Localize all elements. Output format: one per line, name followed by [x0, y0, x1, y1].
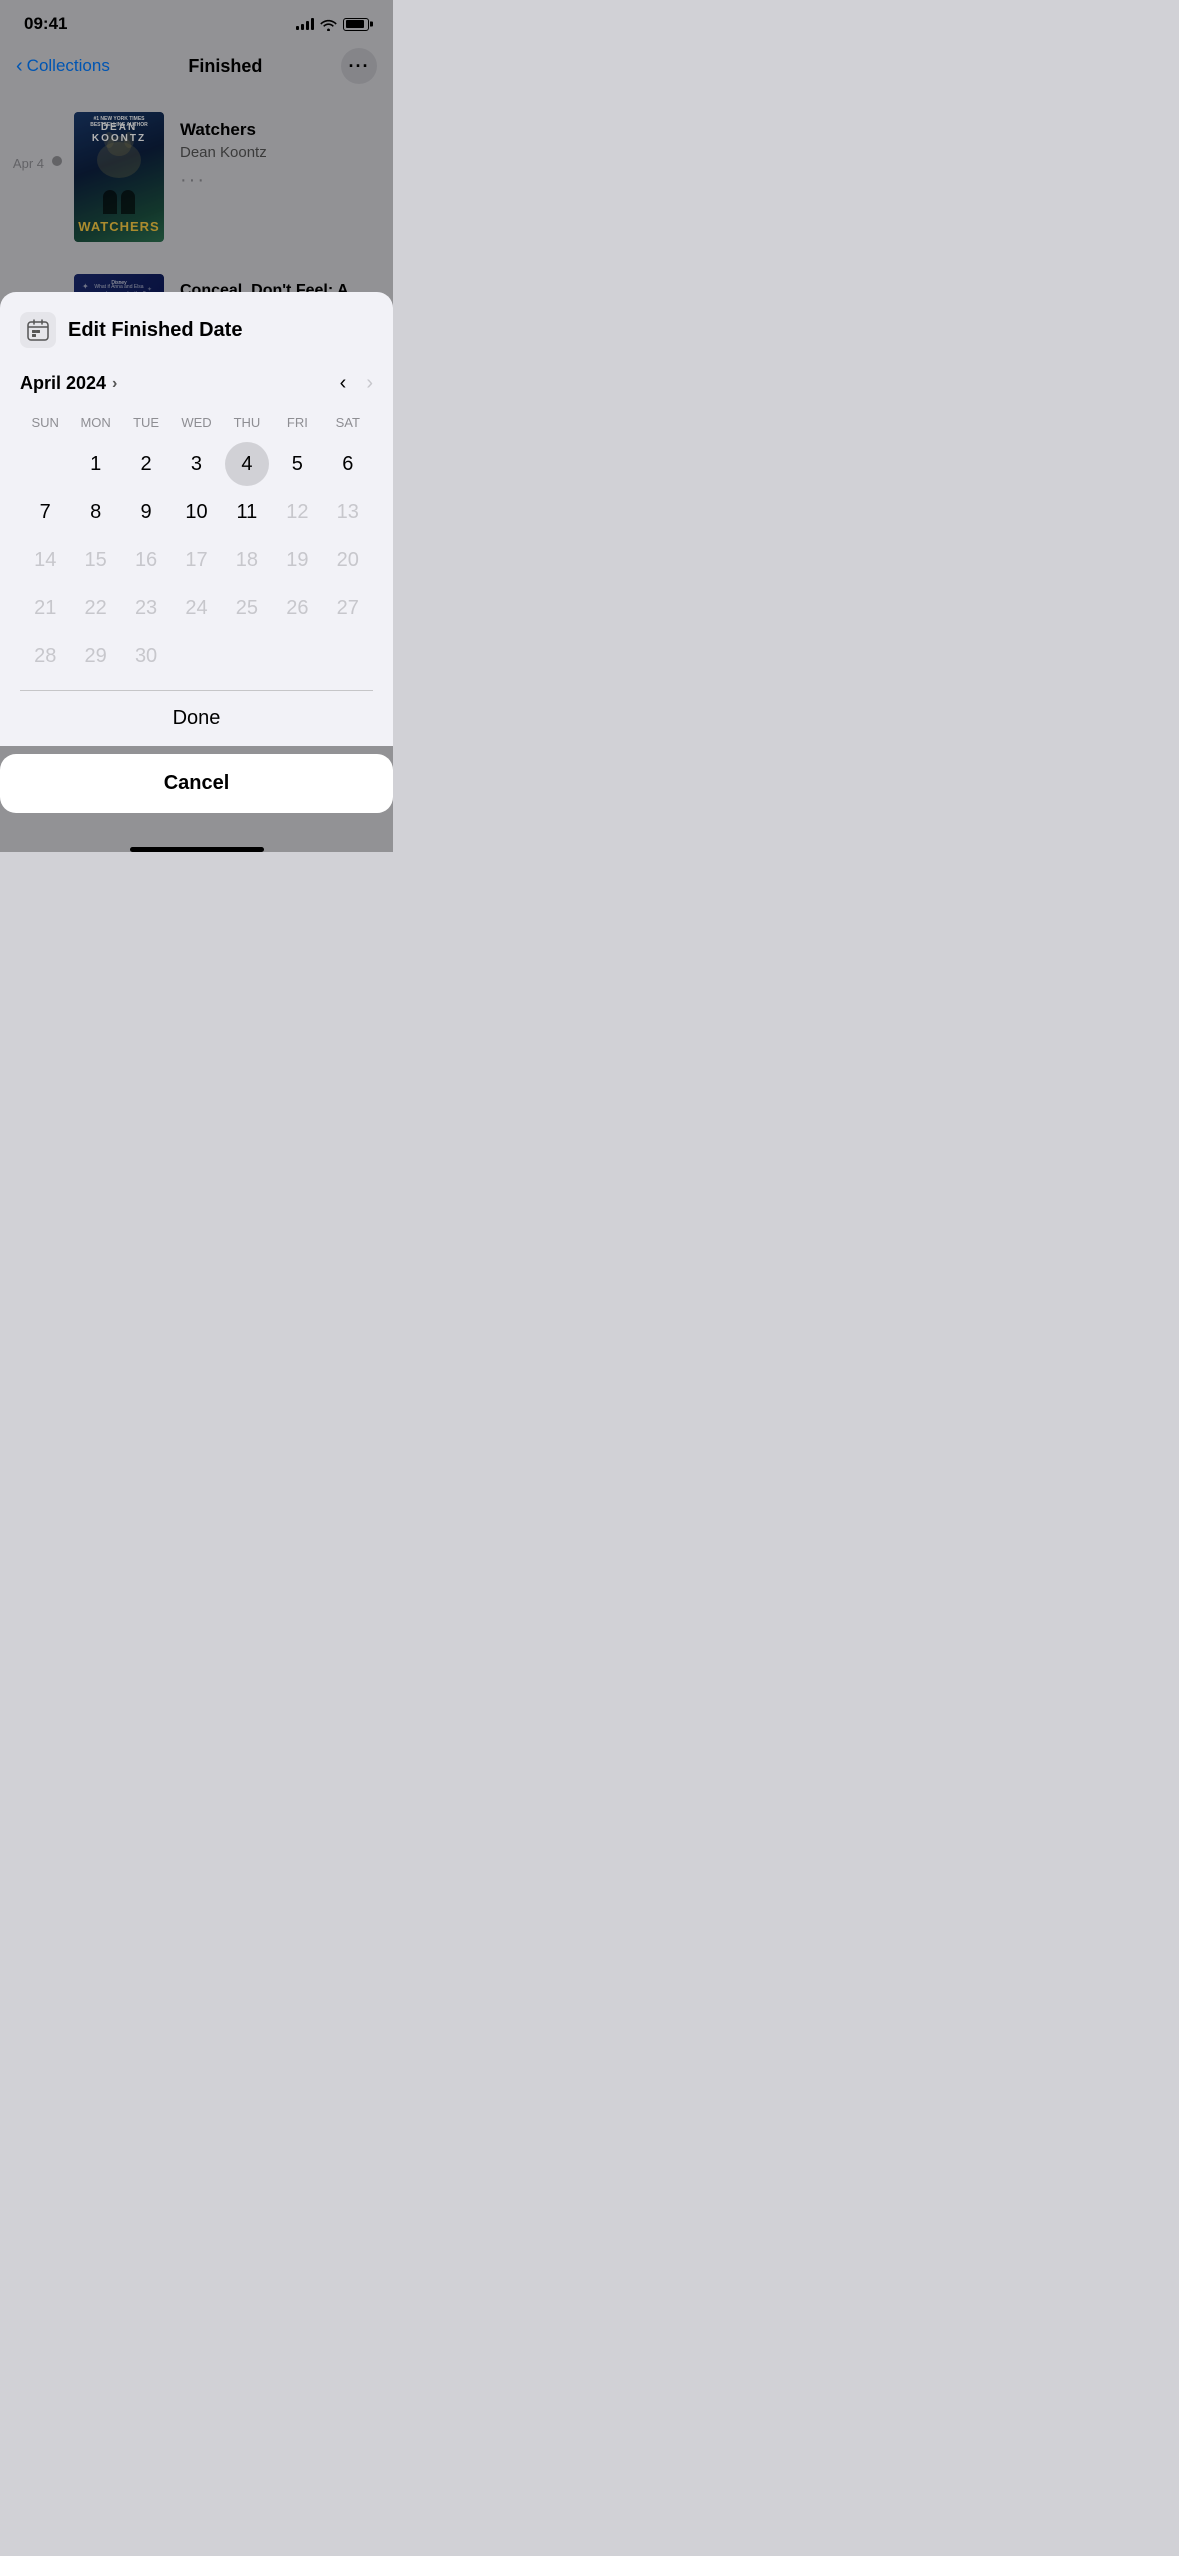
cal-day[interactable]: 6 [326, 442, 370, 486]
cal-day-dimmed[interactable]: 24 [174, 586, 218, 630]
cal-day-dimmed[interactable]: 18 [225, 538, 269, 582]
cal-day[interactable]: 3 [174, 442, 218, 486]
dow-sun: SUN [20, 411, 70, 434]
bottom-sheet: Edit Finished Date April 2024 › ‹ › SUN … [0, 292, 393, 852]
cal-day[interactable]: 10 [174, 490, 218, 534]
cal-day-dimmed[interactable]: 21 [23, 586, 67, 630]
cal-day-dimmed[interactable]: 29 [74, 634, 118, 678]
cal-day[interactable]: 1 [74, 442, 118, 486]
cal-day[interactable]: 9 [124, 490, 168, 534]
done-row: Done [20, 690, 373, 746]
days-of-week: SUN MON TUE WED THU FRI SAT [20, 411, 373, 434]
month-nav-arrows: ‹ › [340, 372, 373, 395]
month-nav: April 2024 › ‹ › [20, 372, 373, 395]
calendar-header: Edit Finished Date [20, 312, 373, 348]
cal-day-dimmed[interactable]: 13 [326, 490, 370, 534]
calendar-grid: 1 2 3 4 5 6 7 8 9 10 11 12 13 14 15 16 1… [20, 442, 373, 678]
month-title[interactable]: April 2024 › [20, 373, 117, 394]
cal-day-dimmed[interactable]: 25 [225, 586, 269, 630]
cal-day-dimmed[interactable]: 17 [174, 538, 218, 582]
cal-day-dimmed[interactable]: 22 [74, 586, 118, 630]
cal-day-dimmed[interactable]: 23 [124, 586, 168, 630]
cal-day[interactable]: 2 [124, 442, 168, 486]
cal-empty [275, 634, 319, 678]
cal-empty [174, 634, 218, 678]
home-indicator [130, 847, 264, 852]
cal-day-selected[interactable]: 4 [225, 442, 269, 486]
cancel-button[interactable]: Cancel [164, 772, 230, 795]
cal-day-dimmed[interactable]: 15 [74, 538, 118, 582]
cal-day-dimmed[interactable]: 14 [23, 538, 67, 582]
dow-wed: WED [171, 411, 221, 434]
cal-day-dimmed[interactable]: 28 [23, 634, 67, 678]
cal-day-dimmed[interactable]: 12 [275, 490, 319, 534]
cal-empty [326, 634, 370, 678]
dow-tue: TUE [121, 411, 171, 434]
cal-day-dimmed[interactable]: 19 [275, 538, 319, 582]
cal-day[interactable]: 11 [225, 490, 269, 534]
month-expand-icon: › [112, 375, 117, 393]
cal-day-dimmed[interactable]: 30 [124, 634, 168, 678]
cal-day[interactable]: 7 [23, 490, 67, 534]
dow-fri: FRI [272, 411, 322, 434]
cal-day-dimmed[interactable]: 27 [326, 586, 370, 630]
edit-finished-label: Edit Finished Date [68, 319, 242, 342]
cal-day[interactable]: 5 [275, 442, 319, 486]
prev-month-button[interactable]: ‹ [340, 372, 347, 395]
next-month-button[interactable]: › [366, 372, 373, 395]
cal-day-dimmed[interactable]: 16 [124, 538, 168, 582]
cal-empty [23, 442, 67, 486]
dow-mon: MON [70, 411, 120, 434]
calendar-icon [20, 312, 56, 348]
month-label: April 2024 [20, 373, 106, 394]
done-button[interactable]: Done [173, 707, 221, 730]
cal-day[interactable]: 8 [74, 490, 118, 534]
dow-sat: SAT [323, 411, 373, 434]
cal-empty [225, 634, 269, 678]
cancel-sheet: Cancel [0, 754, 393, 813]
cal-day-dimmed[interactable]: 20 [326, 538, 370, 582]
dow-thu: THU [222, 411, 272, 434]
cal-day-dimmed[interactable]: 26 [275, 586, 319, 630]
calendar-sheet: Edit Finished Date April 2024 › ‹ › SUN … [0, 292, 393, 746]
